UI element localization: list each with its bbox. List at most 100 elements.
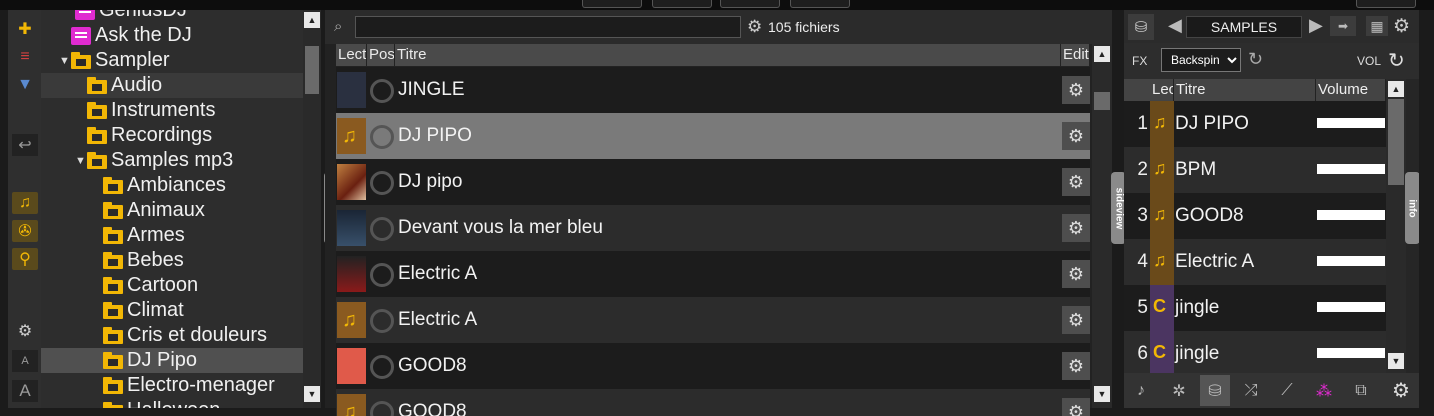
back-icon[interactable]: ↩: [12, 134, 38, 156]
tree-item[interactable]: Ambiances: [41, 173, 303, 198]
sampler-scrollbar[interactable]: ▲ ▼: [1386, 79, 1406, 373]
sampler-row[interactable]: 4 ♫ Electric A: [1124, 239, 1386, 285]
position-circle-icon[interactable]: [370, 171, 394, 195]
microphone-icon[interactable]: ⟋: [1272, 375, 1302, 406]
top-button[interactable]: [790, 0, 850, 8]
font-small-button[interactable]: A: [12, 350, 38, 372]
table-row[interactable]: Devant vous la mer bleu ⚙: [336, 205, 1090, 251]
column-edition[interactable]: Editio: [1061, 44, 1090, 66]
scroll-down-icon[interactable]: ▼: [1094, 386, 1110, 402]
table-row[interactable]: ♫ GOOD8 ⚙: [336, 389, 1090, 416]
fx-knob-icon[interactable]: ↻: [1248, 49, 1263, 70]
volume-bar[interactable]: [1317, 118, 1385, 128]
volume-bar[interactable]: [1317, 302, 1385, 312]
gear-icon[interactable]: ⚙: [1062, 168, 1090, 196]
tree-scrollbar[interactable]: ▲ ▼: [303, 10, 321, 408]
tree-item[interactable]: ▼ Samples mp3: [41, 148, 303, 173]
gear-icon[interactable]: ⚙: [1062, 398, 1090, 416]
tree-item[interactable]: Climat: [41, 298, 303, 323]
position-circle-icon[interactable]: [370, 263, 394, 287]
position-circle-icon[interactable]: [370, 125, 394, 149]
tree-item[interactable]: Cris et douleurs: [41, 323, 303, 348]
tree-item[interactable]: Bebes: [41, 248, 303, 273]
top-button[interactable]: [652, 0, 712, 8]
scroll-down-icon[interactable]: ▼: [1388, 353, 1404, 369]
tree-item[interactable]: ▼ Sampler: [41, 48, 303, 73]
volume-bar[interactable]: [1317, 164, 1385, 174]
expand-triangle-icon[interactable]: ▼: [59, 55, 71, 67]
next-bank-icon[interactable]: ▶: [1309, 15, 1323, 36]
scroll-thumb[interactable]: [1388, 99, 1404, 185]
gear-icon[interactable]: ⚙: [1393, 15, 1410, 38]
filter-icon[interactable]: ▼: [12, 74, 38, 96]
add-playlist-icon[interactable]: ≡: [12, 46, 38, 68]
table-row[interactable]: JINGLE ⚙: [336, 67, 1090, 113]
shuffle-icon[interactable]: ⤮: [1236, 375, 1266, 406]
tree-item[interactable]: Recordings: [41, 123, 303, 148]
sample-type[interactable]: C: [1150, 331, 1174, 377]
gear-icon[interactable]: ⚙: [747, 17, 762, 37]
position-circle-icon[interactable]: [370, 401, 394, 416]
sample-type[interactable]: ♫: [1150, 193, 1174, 239]
table-row[interactable]: DJ pipo ⚙: [336, 159, 1090, 205]
sampler-bank-name[interactable]: SAMPLES: [1186, 16, 1302, 38]
add-folder-icon[interactable]: ✚: [12, 18, 38, 40]
scroll-up-icon[interactable]: ▲: [304, 12, 320, 28]
tree-item[interactable]: Animaux: [41, 198, 303, 223]
table-row[interactable]: ♫ Electric A ⚙: [336, 297, 1090, 343]
gear-icon[interactable]: ⚙: [1062, 122, 1090, 150]
tree-item[interactable]: GeniusDJ: [41, 10, 303, 23]
tree-item[interactable]: Ask the DJ: [41, 23, 303, 48]
table-row[interactable]: Electric A ⚙: [336, 251, 1090, 297]
gear-icon[interactable]: ⚙: [1062, 260, 1090, 288]
record-icon[interactable]: ⧉: [1346, 375, 1376, 406]
column-titre[interactable]: Titre: [395, 44, 1061, 66]
sampler-row[interactable]: 6 Cjingle: [1124, 331, 1386, 377]
tree-item[interactable]: Instruments: [41, 98, 303, 123]
gear-icon[interactable]: ⚙: [12, 320, 38, 342]
fx-select[interactable]: Backspin: [1161, 48, 1241, 72]
expand-triangle-icon[interactable]: ▼: [75, 155, 87, 167]
volume-bar[interactable]: [1317, 256, 1385, 266]
music-note-icon[interactable]: ♫: [12, 192, 38, 214]
table-row[interactable]: GOOD8 ⚙: [336, 343, 1090, 389]
sample-type[interactable]: C: [1150, 285, 1174, 331]
position-circle-icon[interactable]: [370, 355, 394, 379]
table-row[interactable]: ♫ DJ PIPO ⚙: [336, 113, 1090, 159]
column-lecture[interactable]: Lectu: [336, 44, 367, 66]
tree-item[interactable]: Armes: [41, 223, 303, 248]
scroll-down-icon[interactable]: ▼: [304, 386, 320, 402]
position-circle-icon[interactable]: [370, 309, 394, 333]
gear-icon[interactable]: ⚙: [1062, 76, 1090, 104]
font-large-button[interactable]: A: [12, 380, 38, 402]
music-list-icon[interactable]: ♪: [1126, 375, 1156, 406]
film-icon[interactable]: ✇: [12, 220, 38, 242]
sampler-drum-icon[interactable]: ⛁: [1200, 375, 1230, 406]
browser-scrollbar[interactable]: ▲ ▼: [1092, 44, 1112, 408]
tree-item[interactable]: Halloween: [41, 398, 303, 408]
sampler-row[interactable]: 3 ♫ GOOD8: [1124, 193, 1386, 239]
search-input[interactable]: [355, 16, 741, 38]
gear-icon[interactable]: ⚙: [1062, 352, 1090, 380]
volume-bar[interactable]: [1317, 348, 1385, 358]
tree-item[interactable]: Audio: [41, 73, 303, 98]
tree-item[interactable]: Electro-menager: [41, 373, 303, 398]
scroll-up-icon[interactable]: ▲: [1094, 46, 1110, 62]
sample-type[interactable]: ♫: [1150, 147, 1174, 193]
sampler-row[interactable]: 2 ♫ BPM: [1124, 147, 1386, 193]
top-button[interactable]: [720, 0, 780, 8]
gear-icon[interactable]: ⚙: [1386, 375, 1416, 406]
scroll-thumb[interactable]: [1094, 92, 1110, 110]
position-circle-icon[interactable]: [370, 217, 394, 241]
top-button[interactable]: [1356, 0, 1416, 8]
position-circle-icon[interactable]: [370, 79, 394, 103]
tree-item[interactable]: Cartoon: [41, 273, 303, 298]
scroll-thumb[interactable]: [305, 46, 319, 94]
column-lecture[interactable]: Lec: [1150, 79, 1174, 101]
crowd-icon[interactable]: ⁂: [1309, 375, 1339, 406]
grid-view-icon[interactable]: ▦: [1366, 16, 1388, 36]
column-titre[interactable]: Titre: [1174, 79, 1316, 101]
crossfader-icon[interactable]: ✲: [1164, 375, 1194, 406]
top-button[interactable]: [582, 0, 642, 8]
sampler-row[interactable]: 1 ♫ DJ PIPO: [1124, 101, 1386, 147]
